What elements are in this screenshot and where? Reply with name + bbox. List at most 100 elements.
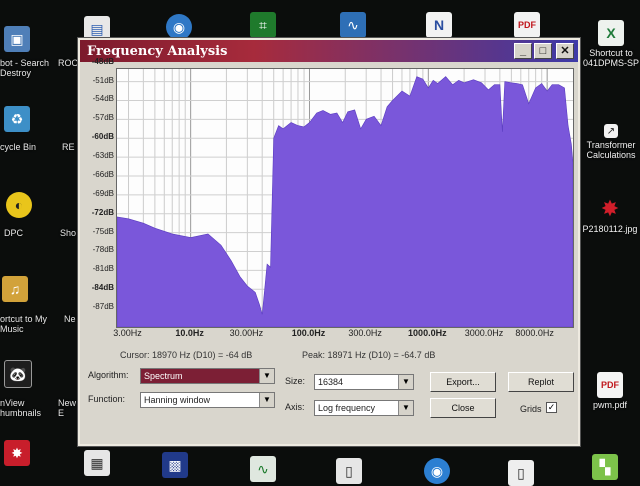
y-tick-label: -69dB xyxy=(92,188,114,198)
desktop-label[interactable]: Ne xyxy=(64,314,76,324)
desktop-icon-jpg[interactable]: ✸ P2180112.jpg xyxy=(580,196,640,234)
y-tick-label: -78dB xyxy=(92,245,114,255)
y-tick-label: -72dB xyxy=(91,207,114,217)
size-label: Size: xyxy=(285,376,306,386)
x-tick-label: 8000.0Hz xyxy=(515,328,554,338)
title-bar[interactable]: Frequency Analysis _ □ ✕ xyxy=(80,40,578,62)
axis-label: Axis: xyxy=(285,402,305,412)
bottom-icon-7[interactable]: ▚ xyxy=(592,454,618,480)
y-tick-label: -51dB xyxy=(92,75,114,85)
x-tick-label: 1000.0Hz xyxy=(408,328,447,338)
chevron-down-icon[interactable]: ▼ xyxy=(398,375,413,389)
x-tick-label: 3000.0Hz xyxy=(464,328,504,338)
document-icon: ▦ xyxy=(84,450,110,476)
desktop-label[interactable]: bot - Search Destroy xyxy=(0,58,49,78)
spectrum-chart xyxy=(117,69,573,327)
grids-checkbox[interactable]: ✓ xyxy=(546,402,557,413)
chevron-down-icon[interactable]: ▼ xyxy=(259,393,274,407)
y-tick-label: -60dB xyxy=(91,132,114,142)
grids-label: Grids xyxy=(520,404,542,414)
top-circuit-icon[interactable]: ⌗ xyxy=(250,12,276,38)
chevron-down-icon[interactable]: ▼ xyxy=(398,401,413,415)
desktop-icon-pdf[interactable]: PDF pwm.pdf xyxy=(584,372,636,410)
size-value: 16384 xyxy=(318,377,344,387)
panda-icon[interactable]: 🐼 xyxy=(4,360,32,388)
peak-readout: Peak: 18971 Hz (D10) = -64.7 dB xyxy=(302,350,436,360)
bottom-icon-3[interactable]: ∿ xyxy=(250,456,276,482)
bottom-icon-4[interactable]: ▯ xyxy=(336,458,362,484)
my-music-icon[interactable]: ♫ xyxy=(2,276,28,302)
desktop-label[interactable]: nView humbnails xyxy=(0,398,41,418)
y-tick-label: -48dB xyxy=(91,56,114,66)
pdf-icon: PDF xyxy=(514,12,540,38)
desktop-label[interactable]: DPC xyxy=(4,228,23,238)
desktop-label[interactable]: ortcut to My Music xyxy=(0,314,47,334)
size-select[interactable]: 16384 ▼ xyxy=(314,374,414,390)
bottom-icon-2[interactable]: ▩ xyxy=(162,452,188,478)
algorithm-select[interactable]: Spectrum ▼ xyxy=(140,368,275,384)
desktop-icon-label: Transformer Calculations xyxy=(586,140,636,160)
desktop-icon-transformer[interactable]: ↗ Transformer Calculations xyxy=(582,124,640,160)
axis-select[interactable]: Log frequency ▼ xyxy=(314,400,414,416)
bottom-icon-5[interactable]: ◉ xyxy=(424,458,450,484)
curve-icon: ∿ xyxy=(340,12,366,38)
axis-value: Log frequency xyxy=(318,403,376,413)
close-button[interactable]: Close xyxy=(430,398,496,418)
robot-search-icon[interactable]: ▣ xyxy=(4,26,30,52)
function-value: Hanning window xyxy=(144,395,211,405)
globe-icon: ◉ xyxy=(166,14,192,40)
file-icon: ▯ xyxy=(336,458,362,484)
desktop-icon-label: P2180112.jpg xyxy=(582,224,638,234)
recycle-bin-icon[interactable]: ♻ xyxy=(4,106,30,132)
maximize-button[interactable]: □ xyxy=(534,43,552,59)
desktop-icon-excel[interactable]: X Shortcut to 041DPMS-SP xyxy=(582,20,640,68)
desktop-icon-label: pwm.pdf xyxy=(592,400,627,410)
y-tick-label: -84dB xyxy=(91,283,114,293)
x-tick-label: 30.00Hz xyxy=(229,328,264,338)
y-tick-label: -87dB xyxy=(92,302,114,312)
excel-file-icon: X xyxy=(598,20,624,46)
globe-icon: ◉ xyxy=(424,458,450,484)
panda-glyph-icon: 🐼 xyxy=(4,360,32,388)
top-n-icon[interactable]: N xyxy=(426,12,452,38)
dpc-glyph-icon: ◐ xyxy=(6,192,32,218)
replot-button[interactable]: Replot xyxy=(508,372,574,392)
splat-icon: ✸ xyxy=(4,440,30,466)
blocks-icon: ▚ xyxy=(592,454,618,480)
dpc-icon[interactable]: ◐ xyxy=(6,192,32,218)
red-app-icon[interactable]: ✸ xyxy=(4,440,30,466)
y-tick-label: -57dB xyxy=(92,113,114,123)
x-tick-label: 300.0Hz xyxy=(348,328,382,338)
export-button[interactable]: Export... xyxy=(430,372,496,392)
desktop-label[interactable]: ROO xyxy=(58,58,79,68)
cursor-readout: Cursor: 18970 Hz (D10) = -64 dB xyxy=(120,350,253,360)
algorithm-value: Spectrum xyxy=(144,371,183,381)
algorithm-label: Algorithm: xyxy=(88,370,129,380)
file-icon: ▯ xyxy=(508,460,534,486)
desktop-label[interactable]: New E xyxy=(58,398,76,418)
desktop-label[interactable]: cycle Bin xyxy=(0,142,36,152)
pdf-file-icon: PDF xyxy=(597,372,623,398)
top-pdf-icon[interactable]: PDF xyxy=(514,12,540,38)
monitor-icon: ▣ xyxy=(4,26,30,52)
gear-n-icon: N xyxy=(426,12,452,38)
desktop-label[interactable]: RE xyxy=(62,142,75,152)
waveform-icon: ∿ xyxy=(250,456,276,482)
function-select[interactable]: Hanning window ▼ xyxy=(140,392,275,408)
desktop-label[interactable]: Sho xyxy=(60,228,76,238)
bottom-icon-1[interactable]: ▦ xyxy=(84,450,110,476)
close-window-button[interactable]: ✕ xyxy=(556,43,574,59)
frequency-analysis-window: Frequency Analysis _ □ ✕ -48dB -51dB -54dB… xyxy=(78,38,580,446)
top-chart-icon[interactable]: ∿ xyxy=(340,12,366,38)
disk-icon: ▩ xyxy=(162,452,188,478)
circuit-icon: ⌗ xyxy=(250,12,276,38)
y-tick-label: -54dB xyxy=(92,94,114,104)
bottom-icon-6[interactable]: ▯ xyxy=(508,460,534,486)
chevron-down-icon[interactable]: ▼ xyxy=(259,369,274,383)
shortcut-icon: ↗ xyxy=(604,124,618,138)
minimize-button[interactable]: _ xyxy=(514,43,532,59)
function-label: Function: xyxy=(88,394,126,404)
spectrum-plot[interactable] xyxy=(116,68,574,328)
top-globe-icon[interactable]: ◉ xyxy=(166,14,192,40)
y-tick-label: -66dB xyxy=(92,169,114,179)
